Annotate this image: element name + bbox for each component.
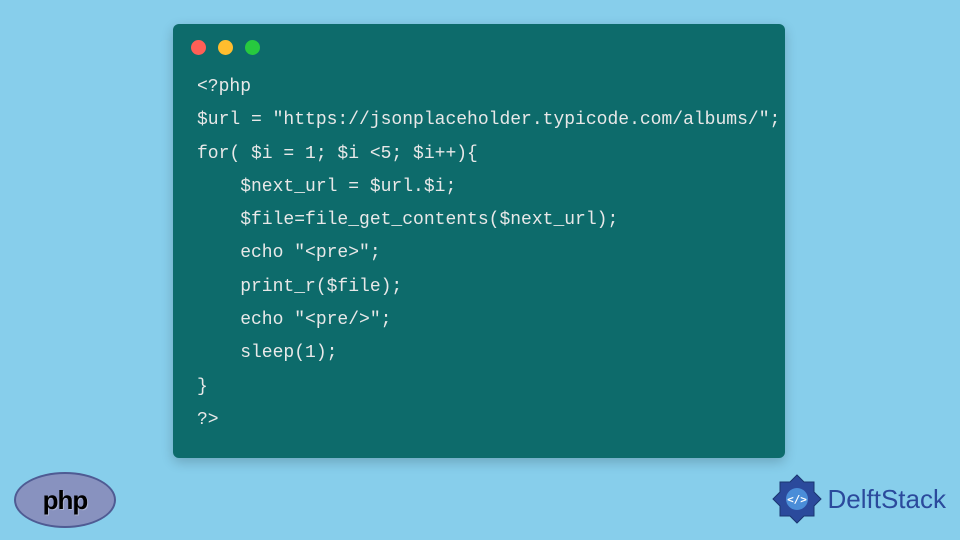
delftstack-text: DelftStack <box>828 484 947 515</box>
delftstack-icon: </> <box>770 472 824 526</box>
php-logo-text: php <box>43 485 88 516</box>
code-content: <?php $url = "https://jsonplaceholder.ty… <box>173 63 785 455</box>
maximize-icon <box>245 40 260 55</box>
delftstack-logo: </> DelftStack <box>770 472 947 526</box>
code-window: <?php $url = "https://jsonplaceholder.ty… <box>173 24 785 458</box>
close-icon <box>191 40 206 55</box>
window-controls <box>173 24 785 63</box>
php-ellipse: php <box>14 472 116 528</box>
minimize-icon <box>218 40 233 55</box>
svg-text:</>: </> <box>787 493 807 506</box>
php-logo: php <box>14 472 116 528</box>
